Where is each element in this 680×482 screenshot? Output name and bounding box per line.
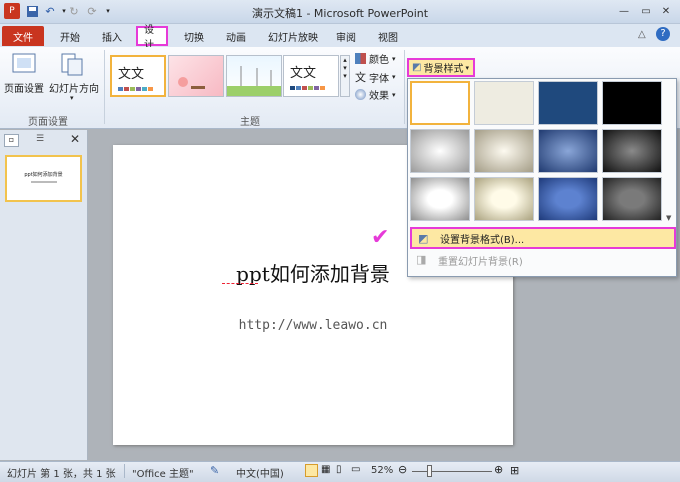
bg-style-swatch[interactable] — [538, 129, 598, 173]
slide-subtitle[interactable]: http://www.leawo.cn — [113, 318, 513, 333]
orientation-dropdown-icon[interactable]: ▾ — [70, 94, 74, 102]
slides-tab-icon[interactable]: ▫ — [4, 134, 19, 147]
page-setup-icon[interactable] — [10, 52, 38, 78]
group-divider — [404, 50, 405, 124]
zoom-slider-handle[interactable] — [427, 465, 432, 477]
theme-simple[interactable]: 文文 — [283, 55, 339, 97]
slideshow-view-icon[interactable]: ▭ — [351, 464, 360, 475]
theme-colors-button[interactable]: 颜色 ▾ — [355, 51, 396, 66]
maximize-icon[interactable]: ▭ — [636, 4, 656, 19]
zoom-out-icon[interactable]: ⊖ — [398, 463, 407, 476]
slide-orientation-icon[interactable] — [58, 52, 86, 78]
bg-style-swatch[interactable] — [538, 177, 598, 221]
tab-insert[interactable]: 插入 — [96, 26, 128, 46]
checkmark-icon: ✔ — [371, 225, 390, 250]
fonts-icon: 文 — [355, 71, 366, 84]
slide-count-status: 幻灯片 第 1 张，共 1 张 — [7, 469, 116, 480]
fit-to-window-icon[interactable]: ⊞ — [510, 464, 519, 477]
bg-style-swatch[interactable] — [410, 129, 470, 173]
zoom-in-icon[interactable]: ⊕ — [494, 463, 503, 476]
page-setup-button[interactable]: 页面设置 — [4, 80, 44, 95]
reset-background-icon: ◨ — [416, 253, 427, 266]
tab-review[interactable]: 审阅 — [330, 26, 362, 46]
tab-animations[interactable]: 动画 — [220, 26, 252, 46]
background-styles-icon: ◩ — [412, 62, 422, 73]
tab-design[interactable]: 设计 — [136, 25, 168, 51]
normal-view-icon[interactable] — [305, 464, 318, 477]
colors-icon — [355, 53, 366, 64]
spellcheck-underline — [222, 281, 258, 284]
theme-windmill[interactable] — [226, 55, 282, 97]
bg-style-swatch[interactable] — [410, 177, 470, 221]
group-label-themes: 主题 — [240, 117, 260, 128]
language-status[interactable]: 中文(中国) — [236, 465, 284, 480]
background-style-gallery — [410, 81, 662, 221]
reset-background-menu-item: ◨ 重置幻灯片背景(R) — [416, 253, 523, 268]
theme-pink[interactable] — [168, 55, 224, 97]
tab-view[interactable]: 视图 — [372, 26, 404, 46]
thumb-subtitle-line — [31, 181, 57, 183]
theme-gallery-scroll[interactable]: ▴ ▾ ▾ — [340, 55, 350, 97]
outline-tab-icon[interactable]: ☰ — [36, 134, 44, 144]
spellcheck-status-icon[interactable]: ✎ — [210, 464, 219, 477]
bg-style-swatch[interactable] — [410, 81, 470, 125]
tab-home[interactable]: 开始 — [54, 26, 86, 46]
status-divider — [124, 464, 125, 478]
group-label-page-setup: 页面设置 — [28, 117, 68, 128]
group-divider — [104, 50, 105, 124]
effects-icon — [355, 89, 366, 100]
reading-view-icon[interactable]: ▯ — [336, 464, 342, 475]
background-styles-button[interactable]: ◩ 背景样式 ▾ — [407, 58, 475, 77]
bg-style-swatch[interactable] — [538, 81, 598, 125]
slide-sorter-view-icon[interactable]: ▦ — [321, 464, 330, 475]
bg-style-swatch[interactable] — [602, 81, 662, 125]
help-icon[interactable]: ? — [656, 27, 670, 41]
theme-office[interactable]: 文文 — [110, 55, 166, 97]
theme-fonts-button[interactable]: 文 字体 ▾ — [355, 69, 396, 85]
bg-style-swatch[interactable] — [474, 129, 534, 173]
thumb-title: ppt如何添加背景 — [24, 172, 63, 178]
theme-effects-button[interactable]: 效果 ▾ — [355, 87, 396, 102]
tab-slideshow[interactable]: 幻灯片放映 — [262, 26, 324, 46]
slide-thumbnail[interactable]: ppt如何添加背景 — [5, 155, 82, 202]
minimize-icon[interactable]: — — [614, 4, 634, 19]
gallery-expand-icon[interactable]: ▼ — [666, 214, 671, 222]
close-icon[interactable]: ✕ — [656, 4, 676, 19]
tab-file[interactable]: 文件 — [2, 26, 44, 46]
zoom-level[interactable]: 52% — [371, 465, 393, 476]
tab-transitions[interactable]: 切换 — [178, 26, 210, 46]
bg-style-swatch[interactable] — [602, 129, 662, 173]
format-background-menu-item[interactable]: ◩ 设置背景格式(B)... — [410, 227, 676, 249]
theme-status: "Office 主题" — [132, 469, 194, 480]
zoom-slider-track[interactable] — [412, 471, 492, 472]
format-background-icon: ◩ — [418, 232, 429, 245]
bg-style-swatch[interactable] — [474, 177, 534, 221]
window-title: 演示文稿1 - Microsoft PowerPoint — [251, 7, 429, 20]
slide-orientation-button[interactable]: 幻灯片方向 — [49, 80, 99, 95]
close-pane-icon[interactable]: ✕ — [70, 132, 80, 146]
minimize-ribbon-icon[interactable]: △ — [638, 29, 646, 40]
bg-style-swatch[interactable] — [602, 177, 662, 221]
bg-style-swatch[interactable] — [474, 81, 534, 125]
